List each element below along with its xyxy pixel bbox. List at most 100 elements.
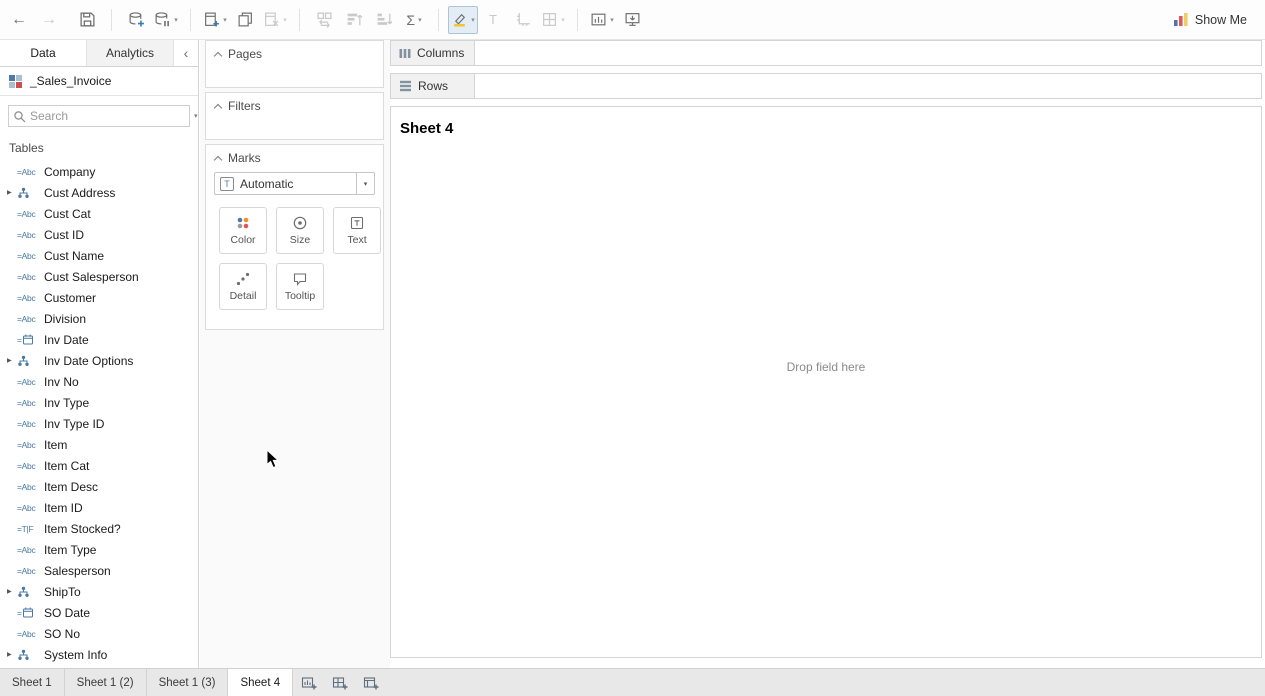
field-row[interactable]: ▶ =Abc =T|F = Cust Address	[0, 182, 198, 203]
field-label: Salesperson	[44, 564, 111, 578]
marks-size-button[interactable]: Size	[276, 207, 324, 254]
marks-color-button[interactable]: Color	[219, 207, 267, 254]
new-dashboard-button[interactable]	[324, 669, 355, 696]
field-row[interactable]: ▶ =Abc =T|F = Inv No	[0, 371, 198, 392]
marks-button-label: Tooltip	[285, 290, 315, 302]
datasource-row[interactable]: _Sales_Invoice	[0, 67, 198, 96]
field-label: Company	[44, 165, 95, 179]
field-row[interactable]: ▶ =Abc =T|F = SO Date	[0, 602, 198, 623]
show-me-icon	[1173, 12, 1189, 27]
field-row[interactable]: ▶ =Abc =T|F = Item	[0, 434, 198, 455]
marks-tooltip-button[interactable]: Tooltip	[276, 263, 324, 310]
field-row[interactable]: ▶ =Abc =T|F = Inv Type ID	[0, 413, 198, 434]
marks-buttons: Color Size Text Detail Tooltip	[206, 203, 383, 310]
field-row[interactable]: ▶ =Abc =T|F = System Info	[0, 644, 198, 665]
field-label: SO Date	[44, 606, 90, 620]
show-me-button[interactable]: Show Me	[1173, 12, 1247, 27]
field-label: Inv No	[44, 375, 79, 389]
presentation-mode-icon	[624, 11, 641, 28]
pause-auto-updates-button[interactable]: ▾	[151, 6, 181, 34]
field-label: Inv Date Options	[44, 354, 133, 368]
field-row[interactable]: ▶ =Abc =T|F = Inv Type	[0, 392, 198, 413]
field-row[interactable]: ▶ =Abc =T|F = Item Desc	[0, 476, 198, 497]
new-worksheet-icon	[203, 11, 220, 28]
toolbar-separator	[438, 9, 439, 31]
field-row[interactable]: ▶ =Abc =T|F = Item Stocked?	[0, 518, 198, 539]
field-label: Cust Address	[44, 186, 115, 200]
tab-data[interactable]: Data	[0, 40, 87, 66]
field-row[interactable]: ▶ =Abc =T|F = Salesperson	[0, 560, 198, 581]
undo-button[interactable]: ←	[4, 6, 34, 34]
mark-type-dropdown[interactable]: T Automatic ▾	[214, 172, 375, 195]
sort-ascending-button[interactable]	[339, 6, 369, 34]
field-row[interactable]: ▶ =Abc =T|F = Cust Name	[0, 245, 198, 266]
search-input[interactable]	[30, 109, 185, 123]
marks-text-button[interactable]: Text	[333, 207, 381, 254]
mark-type-caret-icon[interactable]: ▾	[356, 173, 374, 194]
collapse-up-chevron-icon[interactable]	[214, 51, 222, 59]
field-row[interactable]: ▶ =Abc =T|F = Cust Cat	[0, 203, 198, 224]
swap-rows-columns-button[interactable]	[309, 6, 339, 34]
totals-caret-icon: ▾	[418, 16, 422, 24]
field-row[interactable]: ▶ =Abc =T|F = Division	[0, 308, 198, 329]
collapse-up-chevron-icon[interactable]	[214, 155, 222, 163]
sort-descending-button[interactable]	[369, 6, 399, 34]
highlighter-icon	[451, 11, 468, 28]
presentation-mode-button[interactable]	[617, 6, 647, 34]
save-button[interactable]	[72, 6, 102, 34]
highlight-button[interactable]: ▾	[448, 6, 478, 34]
show-hide-cards-caret-icon: ▾	[610, 16, 614, 24]
data-pane: Data Analytics ‹ _Sales_Invoice ▾ Tables…	[0, 40, 199, 668]
new-dashboard-icon	[332, 675, 348, 691]
marks-detail-button[interactable]: Detail	[219, 263, 267, 310]
sheet-canvas[interactable]: Sheet 4 Drop field here	[390, 106, 1262, 658]
fix-axes-button[interactable]	[508, 6, 538, 34]
sheet-tab-label: Sheet 4	[240, 677, 280, 689]
clear-sheet-icon	[263, 11, 280, 28]
new-worksheet-button[interactable]: ▾	[200, 6, 230, 34]
rows-shelf-drop-area[interactable]	[475, 74, 1261, 98]
field-row[interactable]: ▶ =Abc =T|F = Item Cat	[0, 455, 198, 476]
show-mark-labels-button[interactable]: T	[478, 6, 508, 34]
columns-shelf-drop-area[interactable]	[475, 41, 1261, 65]
field-row[interactable]: ▶ =Abc =T|F = ShipTo	[0, 581, 198, 602]
new-worksheet-tab-button[interactable]	[293, 669, 324, 696]
hierarchy-expander-icon[interactable]: ▶	[7, 588, 17, 595]
hierarchy-expander-icon[interactable]: ▶	[7, 189, 17, 196]
datasource-icon	[8, 74, 23, 89]
field-row[interactable]: ▶ =Abc =T|F = Customer	[0, 287, 198, 308]
cell-borders-button[interactable]: ▾	[538, 6, 568, 34]
pages-card-title: Pages	[228, 47, 262, 61]
field-row[interactable]: ▶ =Abc =T|F = Inv Date	[0, 329, 198, 350]
hierarchy-expander-icon[interactable]: ▶	[7, 651, 17, 658]
hierarchy-expander-icon[interactable]: ▶	[7, 357, 17, 364]
sheet-tab[interactable]: Sheet 4	[228, 669, 293, 696]
field-row[interactable]: ▶ =Abc =T|F = Company	[0, 161, 198, 182]
field-row[interactable]: ▶ =Abc =T|F = Cust ID	[0, 224, 198, 245]
tab-analytics[interactable]: Analytics	[87, 40, 174, 66]
show-hide-cards-button[interactable]: ▾	[587, 6, 617, 34]
field-row[interactable]: ▶ =Abc =T|F = SO No	[0, 623, 198, 644]
string-field-icon: =Abc	[17, 230, 44, 240]
collapse-pane-button[interactable]: ‹	[174, 40, 198, 66]
field-row[interactable]: ▶ =Abc =T|F = Item Type	[0, 539, 198, 560]
swap-icon	[316, 11, 333, 28]
clear-sheet-button[interactable]: ▾	[260, 6, 290, 34]
sheet-tab[interactable]: Sheet 1	[0, 669, 65, 696]
duplicate-sheet-button[interactable]	[230, 6, 260, 34]
sheet-tab[interactable]: Sheet 1 (3)	[147, 669, 229, 696]
collapse-up-chevron-icon[interactable]	[214, 103, 222, 111]
pages-card[interactable]: Pages	[205, 40, 384, 88]
search-options-caret-icon[interactable]: ▾	[194, 112, 198, 120]
redo-button[interactable]: →	[34, 6, 64, 34]
toolbar-separator	[190, 9, 191, 31]
color-icon	[235, 215, 251, 231]
new-story-button[interactable]	[355, 669, 386, 696]
field-row[interactable]: ▶ =Abc =T|F = Cust Salesperson	[0, 266, 198, 287]
totals-button[interactable]: Σ ▾	[399, 6, 429, 34]
filters-card[interactable]: Filters	[205, 92, 384, 140]
new-datasource-button[interactable]	[121, 6, 151, 34]
field-row[interactable]: ▶ =Abc =T|F = Inv Date Options	[0, 350, 198, 371]
field-row[interactable]: ▶ =Abc =T|F = Item ID	[0, 497, 198, 518]
sheet-tab[interactable]: Sheet 1 (2)	[65, 669, 147, 696]
